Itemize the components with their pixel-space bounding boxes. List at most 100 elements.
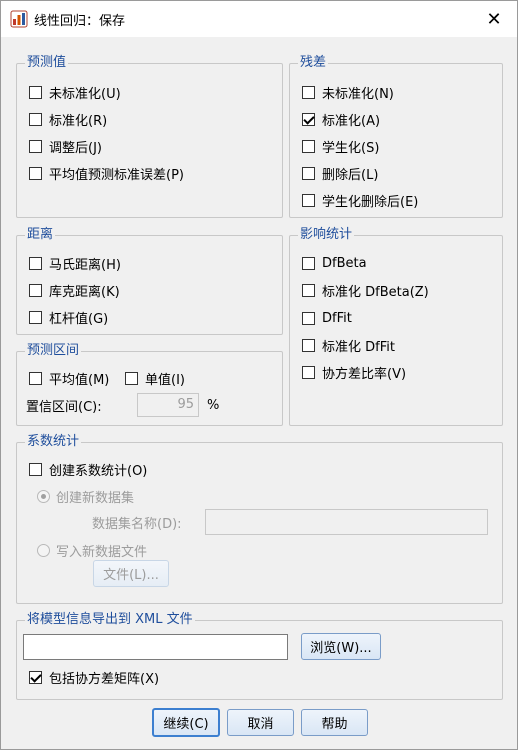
close-icon: ✕ — [486, 8, 502, 30]
dffit-checkbox[interactable] — [302, 311, 315, 325]
distances-group: 距离 马氏距离(H) 库克距离(K) 杠杆值(G) — [16, 227, 283, 335]
residual-unstandardized-checkbox[interactable] — [302, 85, 315, 99]
cooks-checkbox[interactable] — [29, 283, 42, 297]
dfbeta-option[interactable]: DfBeta — [302, 254, 367, 272]
interval-mean-option[interactable]: 平均值(M) — [29, 369, 110, 388]
predicted-values-group: 预测值 未标准化(U) 标准化(R) 调整后(J) 平均值预测标准误差(P) — [16, 55, 283, 218]
write-file-option[interactable]: 写入新数据文件 — [37, 541, 148, 560]
cooks-option[interactable]: 库克距离(K) — [29, 281, 120, 300]
predicted-adjusted-label: 调整后(J) — [49, 140, 102, 156]
residual-standardized-checkbox[interactable] — [302, 112, 315, 126]
residual-deleted-option[interactable]: 删除后(L) — [302, 164, 379, 183]
cancel-button-label: 取消 — [247, 717, 274, 732]
dataset-name-input[interactable] — [205, 509, 488, 535]
predicted-standardized-option[interactable]: 标准化(R) — [29, 110, 108, 129]
include-covariance-option[interactable]: 包括协方差矩阵(X) — [29, 668, 160, 687]
write-file-label: 写入新数据文件 — [56, 544, 148, 560]
continue-button-label: 继续(C) — [163, 717, 209, 732]
residual-unstandardized-option[interactable]: 未标准化(N) — [302, 83, 394, 102]
xml-path-input[interactable] — [23, 634, 288, 660]
predicted-values-legend: 预测值 — [25, 55, 69, 71]
std-dfbeta-checkbox[interactable] — [302, 283, 315, 297]
file-button[interactable]: 文件(L)... — [93, 560, 169, 587]
residual-studentized-deleted-label: 学生化删除后(E) — [322, 194, 419, 210]
residual-deleted-label: 删除后(L) — [322, 167, 379, 183]
mahalanobis-option[interactable]: 马氏距离(H) — [29, 254, 121, 273]
residual-deleted-checkbox[interactable] — [302, 166, 315, 180]
browse-button[interactable]: 浏览(W)... — [301, 633, 381, 660]
residual-standardized-label: 标准化(A) — [322, 113, 381, 129]
coefficient-statistics-group: 系数统计 创建系数统计(O) 创建新数据集 数据集名称(D): 写入新数据文件 … — [16, 434, 503, 604]
interval-mean-label: 平均值(M) — [49, 372, 110, 388]
predicted-adjusted-option[interactable]: 调整后(J) — [29, 137, 102, 156]
std-dffit-label: 标准化 DfFit — [322, 339, 395, 355]
predicted-unstandardized-option[interactable]: 未标准化(U) — [29, 83, 121, 102]
prediction-intervals-group: 预测区间 平均值(M) 单值(I) 置信区间(C): 95 % — [16, 343, 283, 426]
predicted-se-mean-label: 平均值预测标准误差(P) — [49, 167, 184, 183]
residual-studentized-option[interactable]: 学生化(S) — [302, 137, 380, 156]
std-dfbeta-option[interactable]: 标准化 DfBeta(Z) — [302, 281, 429, 300]
predicted-se-mean-checkbox[interactable] — [29, 166, 42, 180]
prediction-intervals-legend: 预测区间 — [25, 343, 82, 359]
create-coefficient-label: 创建系数统计(O) — [49, 463, 148, 479]
residual-studentized-checkbox[interactable] — [302, 139, 315, 153]
std-dfbeta-label: 标准化 DfBeta(Z) — [322, 284, 429, 300]
cancel-button[interactable]: 取消 — [227, 709, 294, 736]
xml-export-group: 将模型信息导出到 XML 文件 浏览(W)... 包括协方差矩阵(X) — [16, 612, 503, 700]
write-file-radio[interactable] — [37, 543, 50, 557]
std-dffit-checkbox[interactable] — [302, 338, 315, 352]
predicted-se-mean-option[interactable]: 平均值预测标准误差(P) — [29, 164, 184, 183]
covariance-ratio-label: 协方差比率(V) — [322, 366, 407, 382]
new-dataset-label: 创建新数据集 — [56, 490, 135, 506]
window-title: 线性回归：保存 — [34, 14, 126, 29]
close-button[interactable]: ✕ — [481, 7, 507, 31]
include-covariance-label: 包括协方差矩阵(X) — [49, 671, 160, 687]
residual-unstandardized-label: 未标准化(N) — [322, 86, 394, 102]
influence-group: 影响统计 DfBeta 标准化 DfBeta(Z) DfFit 标准化 DfFi… — [289, 227, 503, 426]
residuals-group: 残差 未标准化(N) 标准化(A) 学生化(S) 删除后(L) 学生化删除后(E… — [289, 55, 503, 218]
dffit-option[interactable]: DfFit — [302, 309, 352, 327]
covariance-ratio-checkbox[interactable] — [302, 365, 315, 379]
new-dataset-option[interactable]: 创建新数据集 — [37, 487, 135, 506]
file-button-label: 文件(L)... — [103, 568, 159, 583]
mahalanobis-checkbox[interactable] — [29, 256, 42, 270]
mahalanobis-label: 马氏距离(H) — [49, 257, 121, 273]
include-covariance-checkbox[interactable] — [29, 670, 42, 684]
predicted-unstandardized-checkbox[interactable] — [29, 85, 42, 99]
interval-individual-option[interactable]: 单值(I) — [125, 369, 185, 388]
dfbeta-label: DfBeta — [322, 255, 367, 271]
predicted-standardized-label: 标准化(R) — [49, 113, 108, 129]
interval-mean-checkbox[interactable] — [29, 371, 42, 385]
dffit-label: DfFit — [322, 310, 352, 326]
help-button-label: 帮助 — [321, 717, 348, 732]
covariance-ratio-option[interactable]: 协方差比率(V) — [302, 363, 407, 382]
interval-individual-checkbox[interactable] — [125, 371, 138, 385]
predicted-unstandardized-label: 未标准化(U) — [49, 86, 121, 102]
create-coefficient-option[interactable]: 创建系数统计(O) — [29, 460, 148, 479]
help-button[interactable]: 帮助 — [301, 709, 368, 736]
std-dffit-option[interactable]: 标准化 DfFit — [302, 336, 395, 355]
residual-standardized-option[interactable]: 标准化(A) — [302, 110, 381, 129]
browse-button-label: 浏览(W)... — [310, 641, 372, 656]
continue-button[interactable]: 继续(C) — [152, 708, 220, 737]
residual-studentized-label: 学生化(S) — [322, 140, 380, 156]
leverage-option[interactable]: 杠杆值(G) — [29, 308, 109, 327]
dfbeta-checkbox[interactable] — [302, 256, 315, 270]
percent-sign: % — [207, 397, 220, 413]
confidence-interval-label: 置信区间(C): — [26, 399, 102, 415]
dialog-window: 线性回归：保存 ✕ 预测值 未标准化(U) 标准化(R) 调整后(J) 平均值预… — [0, 0, 518, 750]
leverage-label: 杠杆值(G) — [49, 311, 109, 327]
confidence-interval-input[interactable]: 95 — [137, 393, 199, 417]
predicted-adjusted-checkbox[interactable] — [29, 139, 42, 153]
leverage-checkbox[interactable] — [29, 310, 42, 324]
predicted-standardized-checkbox[interactable] — [29, 112, 42, 126]
spss-app-icon — [10, 10, 28, 28]
create-coefficient-checkbox[interactable] — [29, 462, 42, 476]
residual-studentized-deleted-checkbox[interactable] — [302, 193, 315, 207]
residuals-legend: 残差 — [298, 55, 329, 71]
xml-export-legend: 将模型信息导出到 XML 文件 — [25, 612, 195, 628]
residual-studentized-deleted-option[interactable]: 学生化删除后(E) — [302, 191, 419, 210]
title-bar: 线性回归：保存 ✕ — [1, 1, 517, 37]
new-dataset-radio[interactable] — [37, 489, 50, 503]
interval-individual-label: 单值(I) — [145, 372, 185, 388]
